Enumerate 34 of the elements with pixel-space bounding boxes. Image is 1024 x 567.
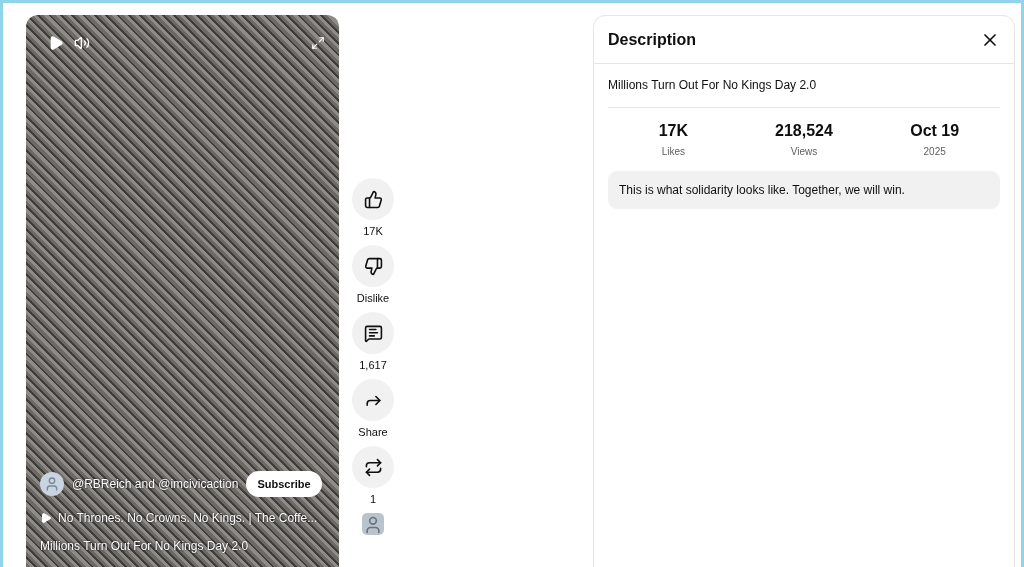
expand-icon[interactable] bbox=[311, 36, 325, 50]
sound-title[interactable]: No Thrones. No Crowns. No Kings. | The Coffe... bbox=[58, 511, 318, 525]
play-icon[interactable] bbox=[48, 35, 64, 51]
comment-button[interactable] bbox=[352, 312, 394, 354]
dislike-button[interactable] bbox=[352, 245, 394, 287]
channel-name[interactable]: @RBReich and @imcivicaction bbox=[72, 477, 239, 491]
stat-value: 17K bbox=[658, 122, 688, 140]
stat-value: 218,524 bbox=[775, 122, 833, 140]
avatar-thumbnail[interactable] bbox=[362, 513, 384, 535]
stat-value: Oct 19 bbox=[910, 122, 960, 140]
remix-icon bbox=[363, 457, 383, 477]
action-label: Share bbox=[358, 426, 388, 438]
thumbs-up-icon bbox=[363, 189, 383, 209]
share-button[interactable] bbox=[352, 379, 394, 421]
subscribe-button[interactable]: Subscribe bbox=[246, 471, 322, 497]
video-frame[interactable]: @RBReich and @imcivicaction Subscribe No Thrones. No Crowns. No Kings. | The Coffe... Millions Turn Out For No Kings Day 2.0 bbox=[26, 15, 339, 567]
stat-label: 2025 bbox=[923, 146, 946, 157]
stat-label: Views bbox=[790, 146, 818, 157]
action-label: 1,617 bbox=[359, 359, 387, 371]
stat-label: Likes bbox=[661, 146, 685, 157]
description-text: This is what solidarity looks like. Together, we will win. bbox=[608, 171, 1000, 209]
action-label: 1 bbox=[369, 493, 377, 505]
play-icon bbox=[40, 512, 52, 524]
thumbs-down-icon bbox=[363, 256, 383, 276]
action-label: 17K bbox=[363, 225, 383, 237]
comment-icon bbox=[363, 323, 383, 343]
video-title: Millions Turn Out For No Kings Day 2.0 bbox=[608, 64, 1000, 108]
channel-avatar[interactable] bbox=[40, 472, 64, 496]
remix-button[interactable] bbox=[352, 446, 394, 488]
volume-icon[interactable] bbox=[74, 35, 90, 51]
panel-heading: Description bbox=[608, 31, 696, 49]
video-title: Millions Turn Out For No Kings Day 2.0 bbox=[40, 539, 250, 553]
like-button[interactable] bbox=[352, 178, 394, 220]
action-label: Dislike bbox=[356, 292, 390, 304]
